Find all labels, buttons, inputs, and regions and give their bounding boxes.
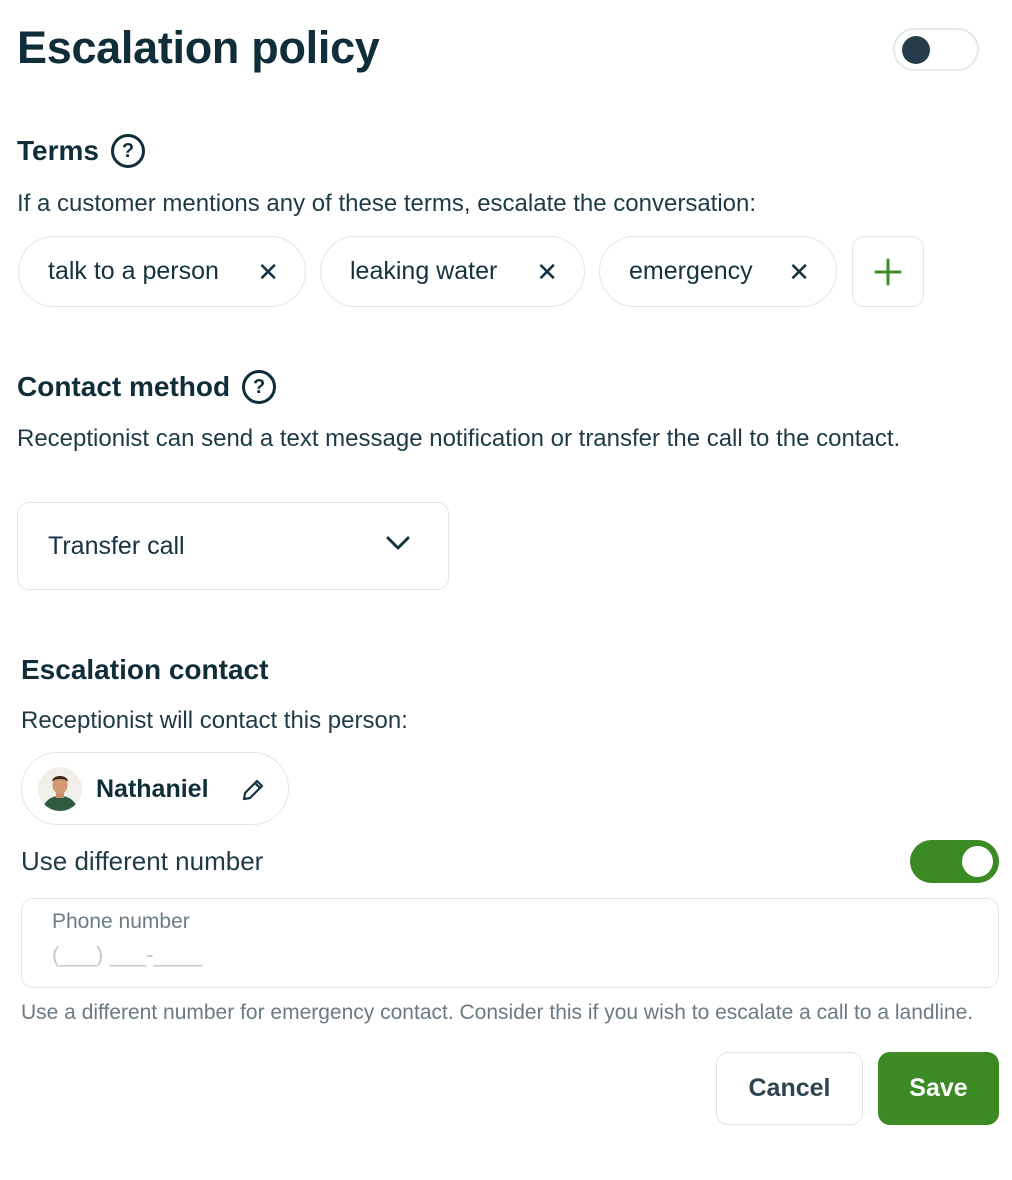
escalation-contact-heading-text: Escalation contact: [21, 654, 269, 685]
phone-number-input[interactable]: [52, 942, 652, 968]
terms-description: If a customer mentions any of these term…: [17, 190, 757, 217]
term-chip: talk to a person ✕: [18, 236, 306, 307]
term-label: emergency: [629, 257, 753, 285]
term-label: leaking water: [350, 257, 498, 285]
pencil-icon[interactable]: [240, 777, 266, 803]
help-icon[interactable]: ?: [110, 134, 145, 168]
chevron-down-icon: [386, 536, 410, 550]
toggle-knob: [902, 36, 930, 64]
phone-number-field[interactable]: Phone number: [21, 898, 999, 988]
phone-number-label: Phone number: [52, 910, 190, 933]
plus-icon: [874, 258, 902, 285]
contact-method-heading-text: Contact method: [17, 371, 231, 402]
terms-heading-text: Terms: [17, 135, 99, 166]
term-chip: emergency ✕: [599, 236, 837, 307]
remove-term-icon[interactable]: ✕: [257, 259, 279, 285]
use-different-number-toggle[interactable]: [910, 840, 999, 883]
help-icon[interactable]: ?: [242, 370, 277, 404]
add-term-button[interactable]: [852, 236, 924, 307]
avatar-image: [38, 767, 82, 811]
save-button[interactable]: Save: [878, 1052, 999, 1125]
use-different-number-label: Use different number: [21, 846, 264, 876]
cancel-button[interactable]: Cancel: [716, 1052, 863, 1125]
remove-term-icon[interactable]: ✕: [536, 259, 558, 285]
term-chip: leaking water ✕: [320, 236, 585, 307]
phone-help-text: Use a different number for emergency con…: [21, 1001, 974, 1024]
escalation-policy-panel: Escalation policy Terms ? If a customer …: [0, 0, 1012, 1180]
contact-method-select[interactable]: Transfer call: [17, 502, 449, 590]
contact-chip[interactable]: Nathaniel: [21, 752, 289, 825]
page-title: Escalation policy: [17, 22, 380, 73]
terms-heading: Terms ?: [17, 134, 145, 168]
avatar: [38, 767, 82, 811]
remove-term-icon[interactable]: ✕: [788, 259, 810, 285]
contact-method-heading: Contact method ?: [17, 370, 277, 404]
escalation-contact-description: Receptionist will contact this person:: [21, 707, 408, 734]
contact-method-description: Receptionist can send a text message not…: [17, 425, 901, 452]
escalation-policy-toggle[interactable]: [893, 28, 979, 71]
term-label: talk to a person: [48, 257, 219, 285]
contact-name: Nathaniel: [96, 775, 209, 803]
toggle-knob: [962, 846, 993, 877]
escalation-contact-heading: Escalation contact: [21, 654, 268, 686]
contact-method-value: Transfer call: [48, 531, 185, 560]
